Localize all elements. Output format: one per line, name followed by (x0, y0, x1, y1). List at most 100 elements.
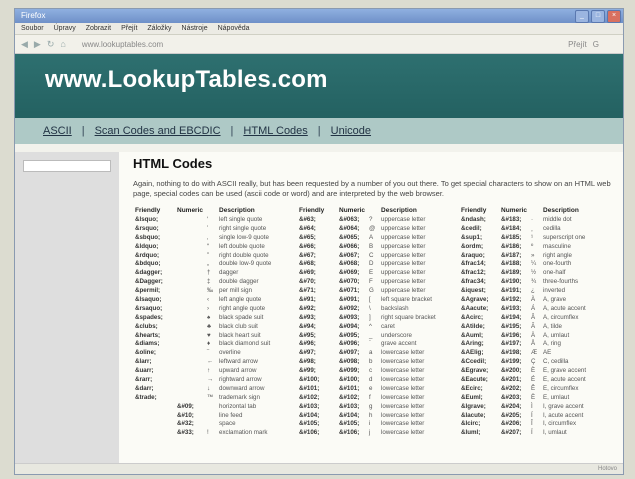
tab-ascii[interactable]: ASCII (43, 125, 72, 137)
menu-file[interactable]: Soubor (21, 23, 44, 34)
table-cell: uppercase letter (381, 278, 426, 286)
home-icon[interactable]: ⌂ (60, 39, 65, 49)
table-cell: E (369, 269, 374, 277)
table-cell: &frac12; (461, 269, 486, 277)
table-cell: È (531, 367, 536, 375)
table-cell: j (369, 429, 371, 437)
table-cell: &Dagger; (135, 278, 163, 286)
menu-bookmarks[interactable]: Záložky (147, 23, 171, 34)
table-cell: left single quote (219, 215, 263, 223)
table-cell: lowercase letter (381, 393, 425, 401)
table-cell: &#068; (339, 260, 360, 268)
table-cell: &#95; (299, 331, 316, 339)
maximize-button[interactable]: □ (591, 10, 605, 23)
table-row: &bdquo; „ double low-9 quote &#68; &#068; Dup… (133, 259, 613, 268)
table-row: &#33;! exclamation mark &#106; &#106; j lower… (133, 428, 613, 437)
table-cell: ” (207, 251, 210, 259)
column-header: Friendly (299, 206, 325, 214)
table-row: &#32; space &#105; &#105; i lowercase letter &… (133, 419, 613, 428)
table-cell: &#065; (339, 233, 360, 241)
url-field[interactable]: www.lookuptables.com (82, 40, 562, 49)
table-cell: left double quote (219, 242, 265, 250)
column-header: Friendly (461, 206, 487, 214)
close-button[interactable]: × (607, 10, 621, 23)
menu-go[interactable]: Přejít (121, 23, 137, 34)
table-cell: &Igrave; (461, 402, 486, 410)
table-cell: masculine (543, 242, 571, 250)
table-cell: c (369, 367, 373, 375)
table-cell: &#105; (299, 420, 320, 428)
table-cell: &rarr; (135, 375, 153, 383)
table-cell: &#67; (299, 251, 316, 259)
table-cell: &Eacute; (461, 375, 488, 383)
go-button[interactable]: Přejít (568, 40, 587, 49)
page-content: HTML Codes Again, nothing to do with ASC… (15, 152, 623, 474)
table-cell: &#65; (299, 233, 316, 241)
table-cell: A (369, 233, 374, 241)
table-cell: &#102; (299, 393, 320, 401)
menu-view[interactable]: Zobrazit (86, 23, 111, 34)
menu-tools[interactable]: Nástroje (182, 23, 208, 34)
table-cell: &#093; (339, 313, 360, 321)
table-cell: &#201; (501, 375, 522, 383)
table-cell: double low-9 quote (219, 260, 272, 268)
table-cell: Ã (531, 322, 536, 330)
table-cell: backslash (381, 304, 409, 312)
status-text: Hotovo (597, 466, 617, 472)
table-cell: &uarr; (135, 367, 154, 375)
table-cell: &#105; (339, 420, 360, 428)
table-cell: Ë (531, 393, 536, 401)
table-row: &ldquo; “ left double quote &#66; &#066; Bupp… (133, 242, 613, 251)
table-cell: D (369, 260, 374, 268)
tab-unicode[interactable]: Unicode (331, 125, 371, 137)
table-cell: ♣ (207, 322, 212, 330)
table-cell: &#094; (339, 322, 360, 330)
table-cell: @ (369, 224, 376, 232)
minimize-button[interactable]: _ (575, 10, 589, 23)
table-cell: lowercase letter (381, 402, 425, 410)
table-cell: &#71; (299, 287, 316, 295)
main-content: HTML Codes Again, nothing to do with ASC… (119, 152, 623, 474)
table-cell: &Icirc; (461, 420, 481, 428)
table-cell: F (369, 278, 373, 286)
site-banner: www.LookupTables.com ASCII | Scan Codes … (15, 54, 623, 144)
table-cell (133, 411, 175, 420)
tab-separator: | (81, 125, 85, 137)
table-cell: &#32; (177, 420, 194, 428)
status-bar: Hotovo (15, 463, 623, 474)
column-header (529, 205, 541, 215)
table-cell (175, 295, 205, 304)
reload-icon[interactable]: ↻ (47, 39, 55, 50)
forward-icon[interactable]: ▶ (34, 39, 41, 50)
table-cell: &larr; (135, 358, 152, 366)
menu-help[interactable]: Nápověda (218, 23, 250, 34)
table-cell: I, umlaut (543, 429, 567, 437)
table-cell: É (531, 375, 536, 383)
table-row: &rdquo; ” right double quote &#67; &#067; Cup… (133, 251, 613, 260)
table-cell: Â (531, 313, 536, 321)
back-icon[interactable]: ◀ (21, 39, 28, 50)
table-cell: &Egrave; (461, 367, 489, 375)
table-cell: &dagger; (135, 269, 163, 277)
table-cell: &frac14; (461, 260, 486, 268)
table-cell: &Atilde; (461, 322, 485, 330)
site-logo[interactable]: www.LookupTables.com (45, 66, 328, 94)
table-cell: h (369, 411, 373, 419)
column-header: Description (381, 206, 417, 214)
search-engine-icon[interactable]: G (593, 40, 599, 49)
tab-scan-codes[interactable]: Scan Codes and EBCDIC (95, 125, 221, 137)
tab-html-codes[interactable]: HTML Codes (243, 125, 307, 137)
table-cell: &#68; (299, 260, 316, 268)
table-cell (133, 428, 175, 437)
table-cell: &#205; (501, 411, 522, 419)
table-cell: A, ring (543, 340, 561, 348)
table-cell: ] (369, 313, 371, 321)
table-cell: &#097; (339, 349, 360, 357)
table-cell: † (207, 269, 211, 277)
sidebar-search-box[interactable] (23, 160, 111, 172)
menu-edit[interactable]: Úpravy (54, 23, 76, 34)
table-cell: &#095; (339, 331, 360, 339)
table-cell: &#63; (299, 215, 316, 223)
table-cell: ‰ (207, 287, 214, 295)
table-cell: lowercase letter (381, 384, 425, 392)
